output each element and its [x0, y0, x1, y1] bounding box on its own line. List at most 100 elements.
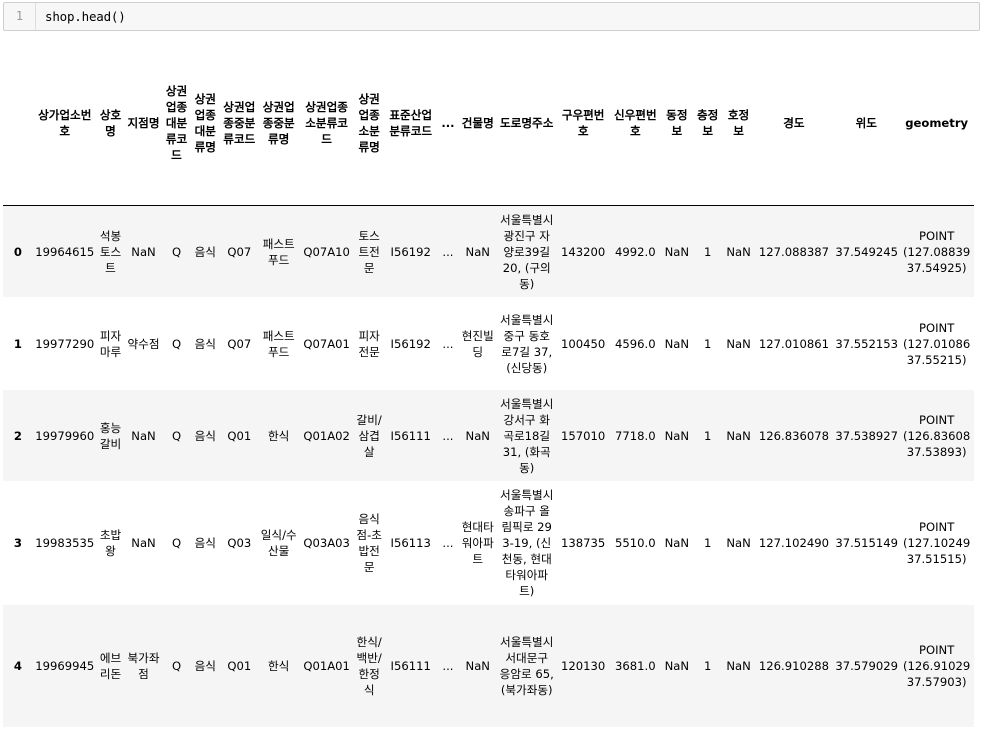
table-cell: POINT (126.83608 37.53893): [899, 389, 974, 482]
table-cell: 127.102490: [754, 481, 834, 605]
table-cell: NaN: [458, 604, 497, 728]
table-cell: 19969945: [32, 604, 97, 728]
dataframe-table: 상가업소번호 상호명 지점명 상권업종대분류코드 상권업종대분류명 상권업종중분…: [3, 41, 974, 728]
table-cell: 음식: [190, 481, 221, 605]
table-cell: Q07: [220, 205, 259, 298]
column-header: 상권업종소분류명: [354, 41, 385, 206]
table-cell: I56111: [384, 604, 438, 728]
table-cell: 석봉토스트: [96, 205, 125, 298]
table-cell: POINT (127.08839 37.54925): [899, 205, 974, 298]
table-cell: I56192: [384, 205, 438, 298]
column-header: 경도: [754, 41, 834, 206]
table-cell: Q01: [220, 389, 259, 482]
table-cell: 120130: [556, 604, 610, 728]
row-index: 4: [3, 604, 33, 728]
table-cell: NaN: [722, 481, 755, 605]
column-header: 상호명: [96, 41, 125, 206]
table-cell: 음식: [190, 205, 221, 298]
column-header: 상권업종대분류명: [190, 41, 221, 206]
table-cell: 약수점: [124, 297, 163, 390]
table-cell: 갈비/삼겹살: [354, 389, 385, 482]
table-row: 1 19977290 피자마루 약수점 Q 음식 Q07 패스트푸드 Q07A01 피자전문 I56…: [3, 297, 974, 390]
table-cell: NaN: [722, 389, 755, 482]
table-row: 2 19979960 홍능갈비 NaN Q 음식 Q01 한식 Q01A02 갈비/삼겹살 I561…: [3, 389, 974, 482]
table-cell: 피자마루: [96, 297, 125, 390]
table-cell: Q: [162, 604, 191, 728]
table-cell: NaN: [660, 297, 693, 390]
table-cell: 서울특별시 강서구 화곡로18길 31, (화곡동): [496, 389, 557, 482]
table-cell: ...: [437, 205, 459, 298]
column-header: 건물명: [458, 41, 497, 206]
table-cell: 토스트전문: [354, 205, 385, 298]
code-cell-input[interactable]: 1 shop.head(): [3, 2, 980, 31]
column-header: 표준산업분류코드: [384, 41, 438, 206]
table-cell: 음식: [190, 604, 221, 728]
table-cell: Q01: [220, 604, 259, 728]
column-header: 층정보: [692, 41, 723, 206]
column-header: geometry: [899, 41, 974, 206]
table-cell: 서울특별시 광진구 자양로39길 20, (구의동): [496, 205, 557, 298]
column-header: 신우편번호: [609, 41, 661, 206]
table-cell: NaN: [722, 205, 755, 298]
table-cell: 143200: [556, 205, 610, 298]
row-index: 1: [3, 297, 33, 390]
table-cell: 서울특별시 서대문구 응암로 65, (북가좌동): [496, 604, 557, 728]
table-cell: 초밥왕: [96, 481, 125, 605]
table-cell: 3681.0: [609, 604, 661, 728]
table-cell: NaN: [660, 205, 693, 298]
table-cell: Q: [162, 481, 191, 605]
table-cell: Q03: [220, 481, 259, 605]
table-cell: 현대타워아파트: [458, 481, 497, 605]
table-cell: 음식점-초밥전문: [354, 481, 385, 605]
table-cell: 37.538927: [833, 389, 900, 482]
table-cell: 서울특별시 중구 동호로7길 37, (신당동): [496, 297, 557, 390]
column-header: 동정보: [660, 41, 693, 206]
table-cell: NaN: [124, 481, 163, 605]
table-cell: 현진빌딩: [458, 297, 497, 390]
table-cell: 7718.0: [609, 389, 661, 482]
column-header: 상권업종중분류명: [258, 41, 299, 206]
table-cell: Q07: [220, 297, 259, 390]
table-cell: 127.010861: [754, 297, 834, 390]
table-cell: 4596.0: [609, 297, 661, 390]
table-cell: 1: [692, 297, 723, 390]
table-cell: I56113: [384, 481, 438, 605]
table-cell: NaN: [458, 389, 497, 482]
row-index: 2: [3, 389, 33, 482]
table-cell: 한식: [258, 389, 299, 482]
code-text[interactable]: shop.head(): [45, 3, 126, 30]
table-cell: ...: [437, 297, 459, 390]
table-cell: I56111: [384, 389, 438, 482]
table-row: 4 19969945 에브리돈 북가좌점 Q 음식 Q01 한식 Q01A01 한식/백반/한정식…: [3, 604, 974, 728]
line-number: 1: [4, 3, 36, 30]
table-cell: Q: [162, 389, 191, 482]
table-cell: POINT (126.91029 37.57903): [899, 604, 974, 728]
ellipsis-header: ...: [437, 41, 459, 206]
table-cell: POINT (127.10249 37.51515): [899, 481, 974, 605]
table-cell: 19979960: [32, 389, 97, 482]
table-cell: Q01A02: [298, 389, 355, 482]
table-cell: 19977290: [32, 297, 97, 390]
table-cell: NaN: [660, 481, 693, 605]
table-cell: Q03A03: [298, 481, 355, 605]
column-header: 위도: [833, 41, 900, 206]
table-cell: 홍능갈비: [96, 389, 125, 482]
table-cell: 19983535: [32, 481, 97, 605]
index-header: [3, 41, 33, 206]
table-cell: 1: [692, 205, 723, 298]
table-cell: 피자전문: [354, 297, 385, 390]
table-cell: 패스트푸드: [258, 297, 299, 390]
table-cell: 126.910288: [754, 604, 834, 728]
table-cell: 1: [692, 604, 723, 728]
table-cell: 일식/수산물: [258, 481, 299, 605]
table-cell: 1: [692, 389, 723, 482]
table-cell: 음식: [190, 297, 221, 390]
table-cell: 126.836078: [754, 389, 834, 482]
table-cell: NaN: [124, 389, 163, 482]
table-cell: ...: [437, 604, 459, 728]
table-cell: 1: [692, 481, 723, 605]
table-cell: ...: [437, 481, 459, 605]
table-cell: 5510.0: [609, 481, 661, 605]
table-cell: Q07A01: [298, 297, 355, 390]
table-cell: 37.549245: [833, 205, 900, 298]
